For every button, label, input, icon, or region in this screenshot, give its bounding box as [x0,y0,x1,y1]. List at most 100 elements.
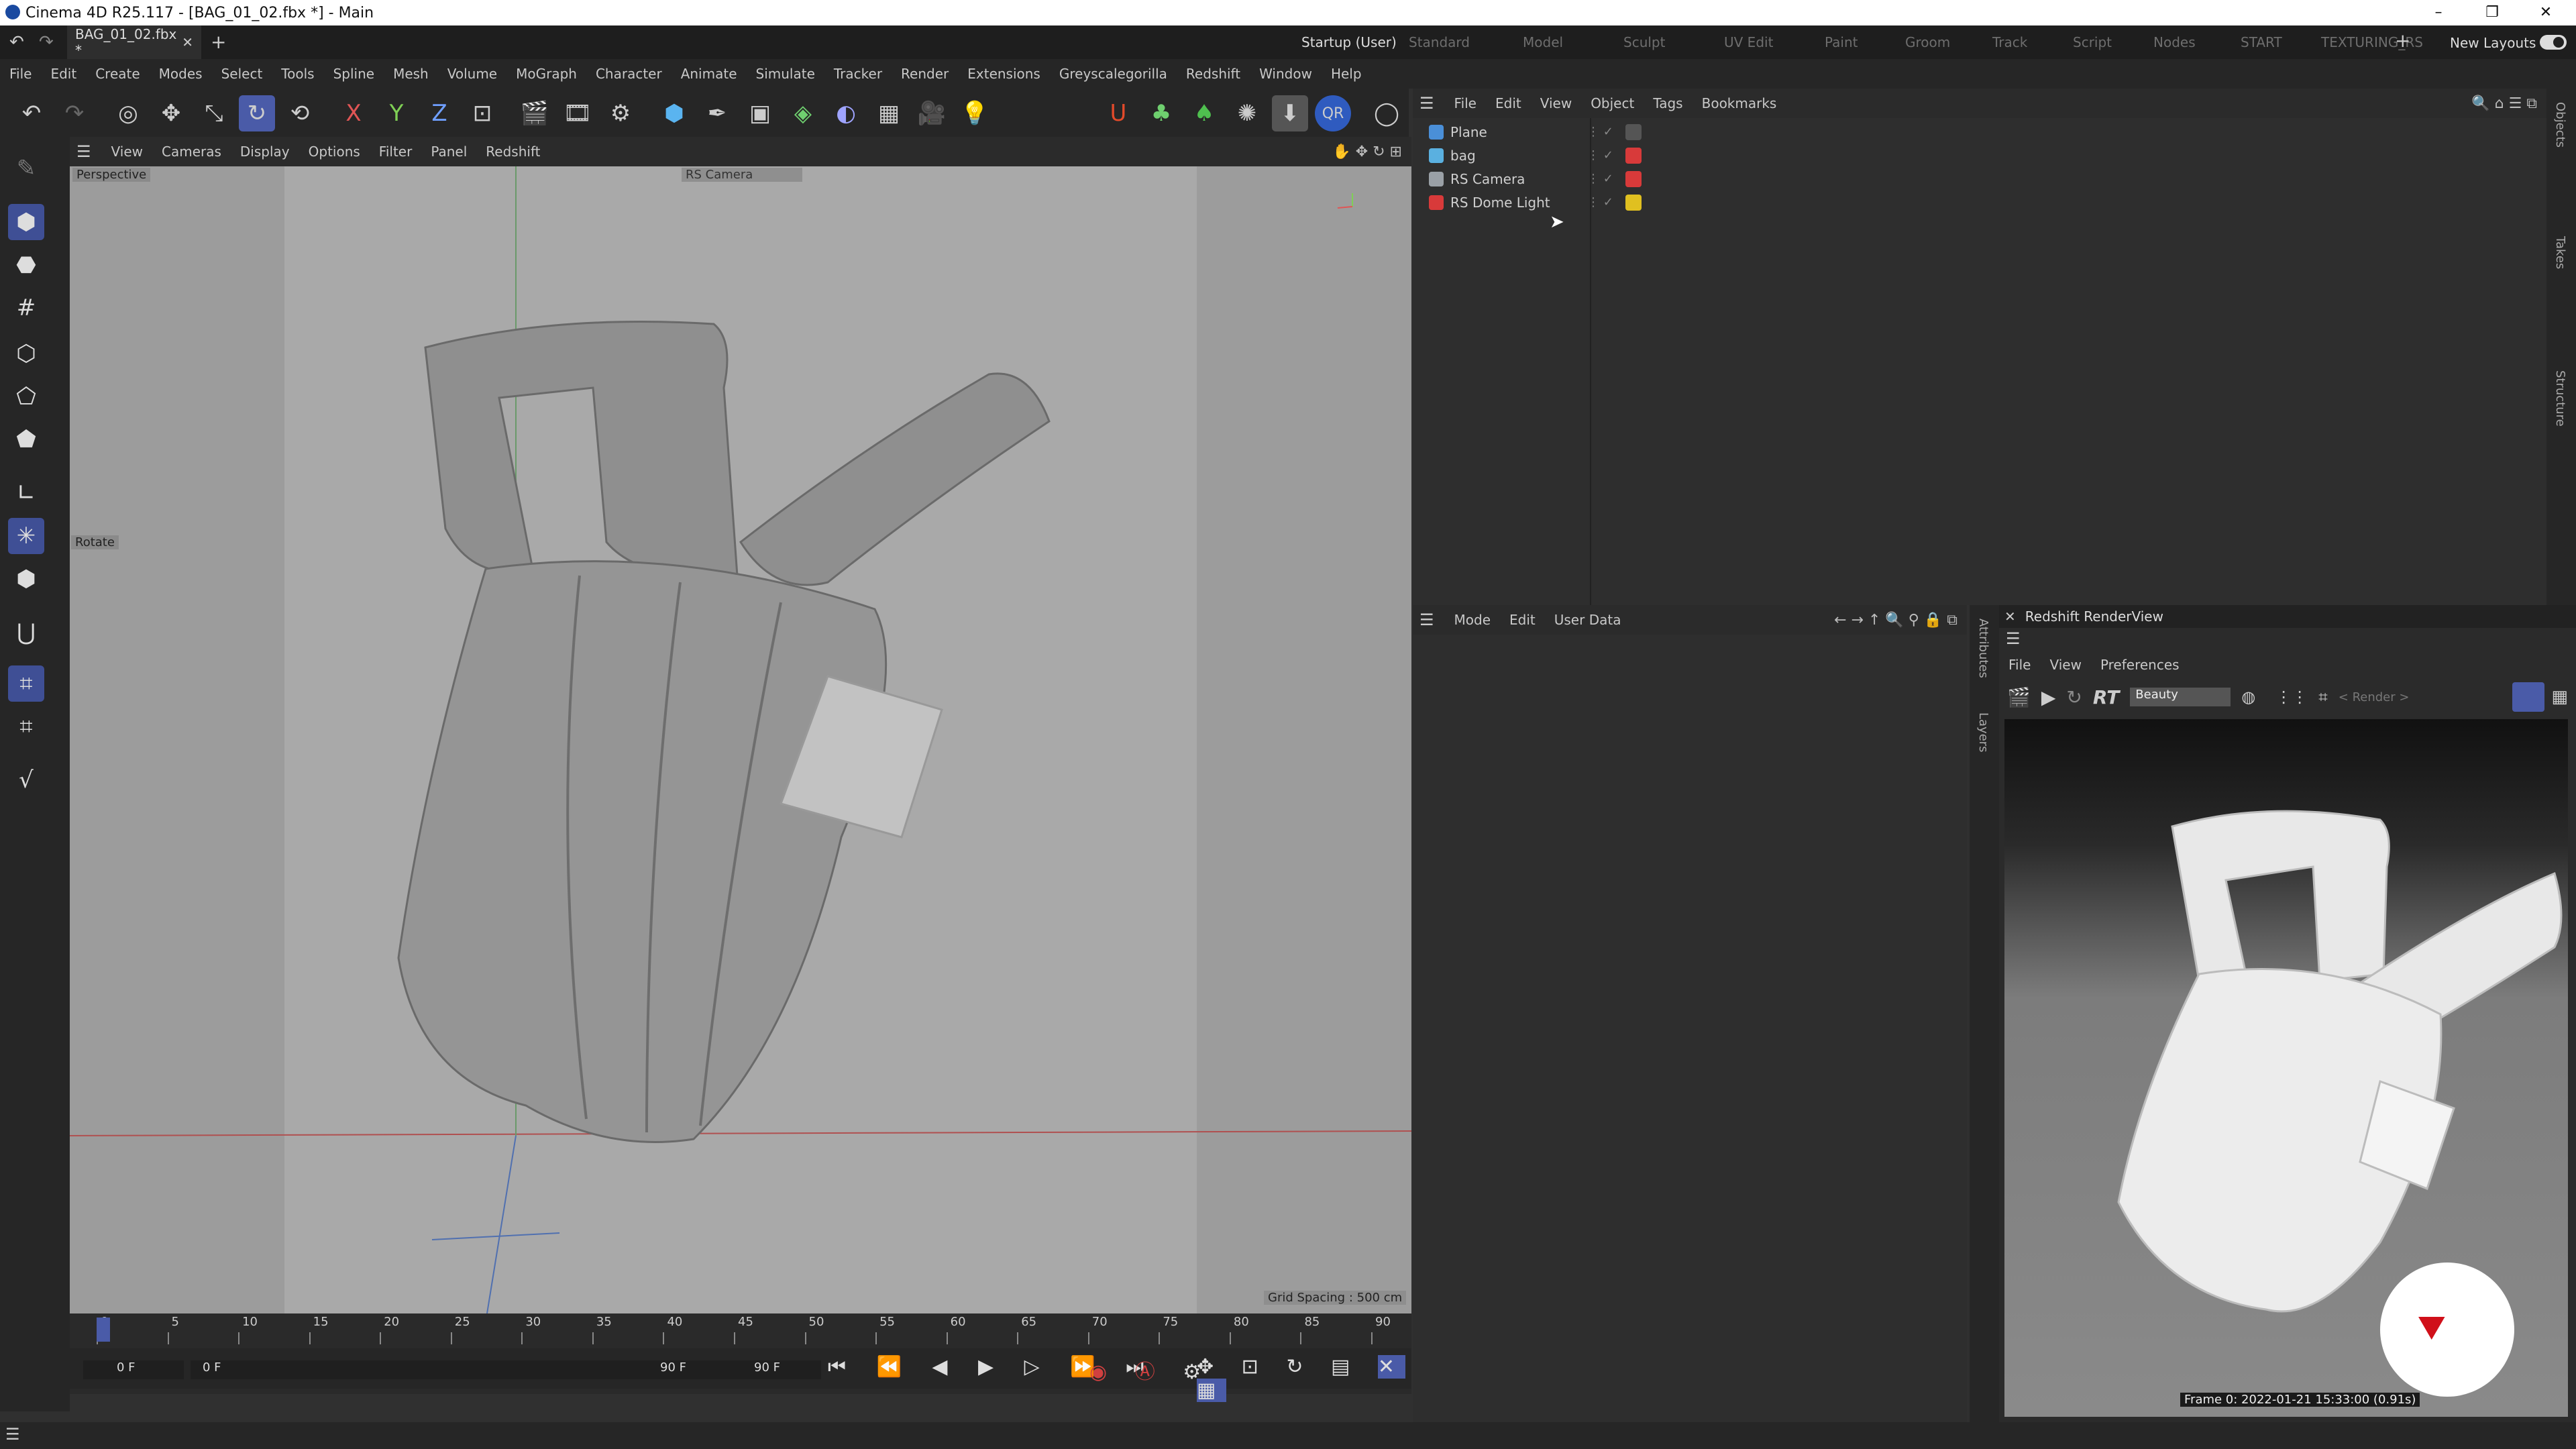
crop-icon[interactable]: ⌗ [2318,688,2328,706]
select-tool-icon[interactable]: ◎ [110,95,146,131]
greyscalegorilla-icon[interactable]: ♣ [1143,95,1179,131]
camera-label[interactable]: RS Camera [682,168,802,182]
renderview-menu-item-1[interactable]: View [2049,657,2081,673]
solo-mode-icon[interactable]: ⬢ [8,561,44,597]
minimize-button[interactable]: – [2415,0,2462,25]
layout-tab-7[interactable]: Track [1992,25,2027,59]
menu-item-15[interactable]: Extensions [967,66,1040,82]
menu-item-5[interactable]: Tools [281,66,314,82]
layout-tab-4[interactable]: UV Edit [1724,25,1773,59]
object-row[interactable]: Plane ⋮ ✓ [1429,121,2529,144]
side-tab-2[interactable]: Structure [2553,370,2567,427]
menu-item-1[interactable]: Edit [50,66,76,82]
rt-toggle[interactable]: RT [2093,686,2119,708]
spline-tool-icon[interactable]: √ [8,762,44,798]
menu-item-10[interactable]: Character [596,66,662,82]
edges-mode-icon[interactable]: ⬠ [8,378,44,415]
viewport-menu-item-4[interactable]: Filter [379,144,413,160]
viewport-menu-item-6[interactable]: Redshift [486,144,540,160]
redo-history-icon[interactable]: ↷ [39,32,54,52]
x-axis-button[interactable]: X [335,95,372,131]
undo-icon[interactable]: ↶ [13,95,50,131]
layout-tab-1[interactable]: Standard [1409,25,1470,59]
restore-button[interactable]: ❐ [2469,0,2516,25]
renderview-close-icon[interactable]: ✕ [2004,608,2016,625]
status-menu-icon[interactable]: ☰ [5,1425,20,1444]
plugin-icon[interactable]: ♠ [1186,95,1222,131]
layout-tab-0[interactable]: Startup (User) [1301,25,1397,59]
visibility-toggle-icon[interactable]: ⋮ ✓ [1587,144,1613,167]
redo-icon[interactable]: ↷ [56,95,93,131]
scale-tool-icon[interactable]: ⤡ [196,95,232,131]
menu-item-16[interactable]: Greyscalegorilla [1059,66,1167,82]
redshift-icon[interactable]: ᑌ [1100,95,1136,131]
pen-spline-icon[interactable]: ✒ [699,95,735,131]
particles-icon[interactable]: ✺ [1229,95,1265,131]
snap-icon[interactable]: ⋃ [8,614,44,651]
attributes-side-tab-1[interactable]: Layers [1976,712,1990,753]
record-keys[interactable]: ◉ Ⓐ ⚙ [1089,1355,1212,1385]
render-preview-image[interactable]: ⯆ Frame 0: 2022-01-21 15:33:00 (0.91s) [2004,719,2568,1417]
import-icon[interactable]: ⬇ [1272,95,1308,131]
perspective-viewport[interactable]: Perspective RS Camera Rotate Grid Spacin… [70,166,1411,1313]
subdivision-icon[interactable]: ▣ [742,95,778,131]
attributes-menu-item-0[interactable]: Mode [1454,612,1491,628]
viewport-menu-item-2[interactable]: Display [240,144,290,160]
texture-mode-icon[interactable]: ⬣ [8,247,44,283]
menu-item-18[interactable]: Window [1259,66,1312,82]
document-tab[interactable]: BAG_01_02.fbx * ✕ [67,25,201,59]
menu-item-9[interactable]: MoGraph [516,66,577,82]
menu-item-2[interactable]: Create [95,66,140,82]
visibility-toggle-icon[interactable]: ⋮ ✓ [1587,191,1613,214]
visibility-toggle-icon[interactable]: ⋮ ✓ [1587,121,1613,144]
move-tool-icon[interactable]: ✥ [153,95,189,131]
polygons-mode-icon[interactable]: ⬟ [8,421,44,458]
objects-menu-item-2[interactable]: View [1540,95,1572,111]
viewport-solo-icon[interactable]: ◯ [1368,95,1405,131]
object-tag-icon[interactable] [1625,148,1642,164]
end-frame-field[interactable]: 90 F [720,1360,821,1379]
objects-menu-item-3[interactable]: Object [1591,95,1634,111]
new-layouts-label[interactable]: New Layouts [2450,35,2536,51]
attributes-menu-item-1[interactable]: Edit [1509,612,1536,628]
layout-tab-2[interactable]: Model [1523,25,1563,59]
object-tag-icon[interactable] [1625,124,1642,140]
undo-history-icon[interactable]: ↶ [9,32,24,52]
render-clapper-icon[interactable]: 🎬 [2007,686,2031,708]
render-refresh-icon[interactable]: ↻ [2066,686,2082,708]
menu-item-0[interactable]: File [9,66,32,82]
deformer-icon[interactable]: ◐ [828,95,864,131]
light-icon[interactable]: 💡 [957,95,993,131]
cloner-icon[interactable]: ◈ [785,95,821,131]
camera-icon[interactable]: 🎥 [914,95,950,131]
renderview-menu-item-2[interactable]: Preferences [2100,657,2180,673]
menu-item-13[interactable]: Tracker [834,66,882,82]
viewport-menu-item-3[interactable]: Options [309,144,360,160]
model-mode-icon[interactable]: ⬢ [8,204,44,240]
axis-mode-icon[interactable]: ∟ [8,475,44,511]
close-tab-icon[interactable]: ✕ [182,34,193,50]
z-axis-button[interactable]: Z [421,95,458,131]
layout-toggle[interactable] [2540,35,2567,50]
playhead[interactable] [97,1318,110,1342]
layout-tab-10[interactable]: START [2241,25,2282,59]
layout-tab-5[interactable]: Paint [1825,25,1858,59]
renderview-menu-item-0[interactable]: File [2008,657,2031,673]
side-tab-0[interactable]: Objects [2553,102,2567,148]
layout-tab-6[interactable]: Groom [1905,25,1950,59]
viewport-menu-item-5[interactable]: Panel [431,144,467,160]
objects-hamburger-icon[interactable]: ☰ [1419,94,1434,113]
menu-item-11[interactable]: Animate [681,66,737,82]
attributes-nav-icons[interactable]: ← → ↑ 🔍 ⚲ 🔒 ⧉ [1834,612,1957,629]
objects-menu-item-1[interactable]: Edit [1495,95,1521,111]
side-tab-1[interactable]: Takes [2553,236,2567,269]
key-tools[interactable]: ✥ ⊡ ↻ ▤ ✕ ▦ [1197,1355,1411,1402]
menu-item-8[interactable]: Volume [447,66,497,82]
object-row[interactable]: bag ⋮ ✓ [1429,144,2529,167]
menu-item-19[interactable]: Help [1331,66,1362,82]
locked-workplane-icon[interactable]: ⌗ [8,708,44,745]
render-view-icon[interactable]: 🎬 [517,95,553,131]
add-layout-button[interactable]: + [2395,30,2410,52]
viewport-navigation-icons[interactable]: ✋ ✥ ↻ ⊞ [1332,144,1402,160]
add-tab-button[interactable]: + [211,31,226,53]
